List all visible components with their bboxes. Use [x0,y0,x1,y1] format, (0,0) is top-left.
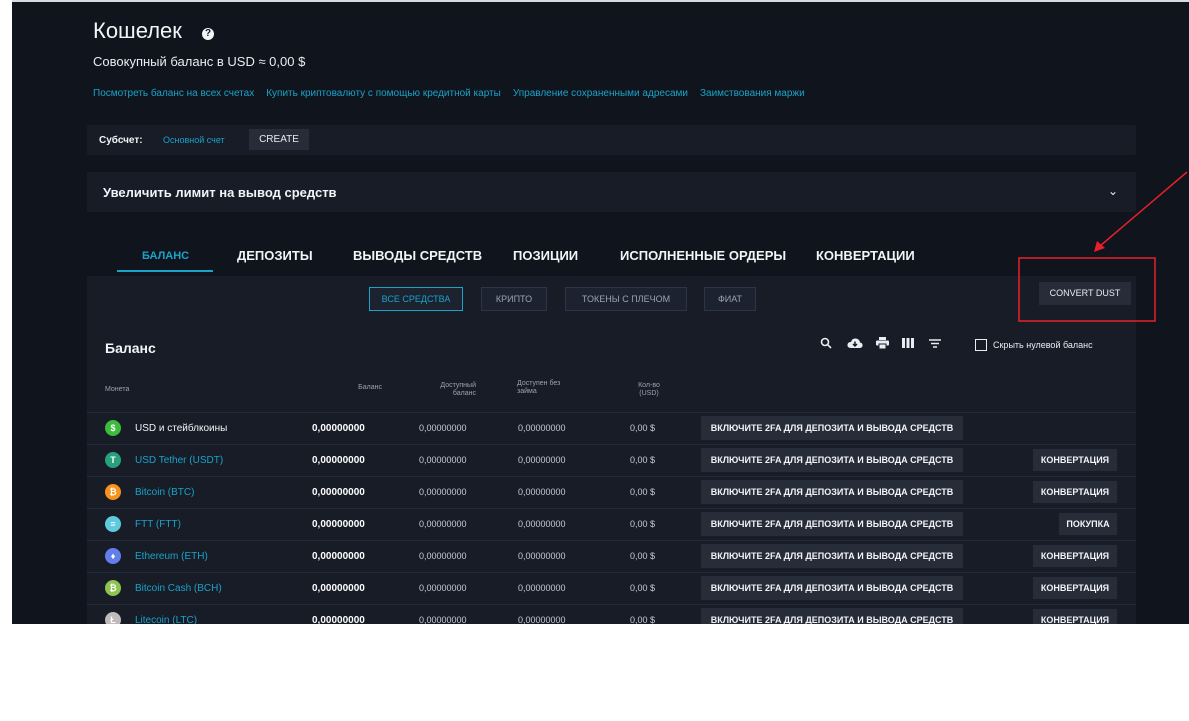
annotation-arrow-line [1099,171,1188,247]
annotation-highlight-box [1018,257,1156,322]
annotation-overlay [1018,171,1188,322]
